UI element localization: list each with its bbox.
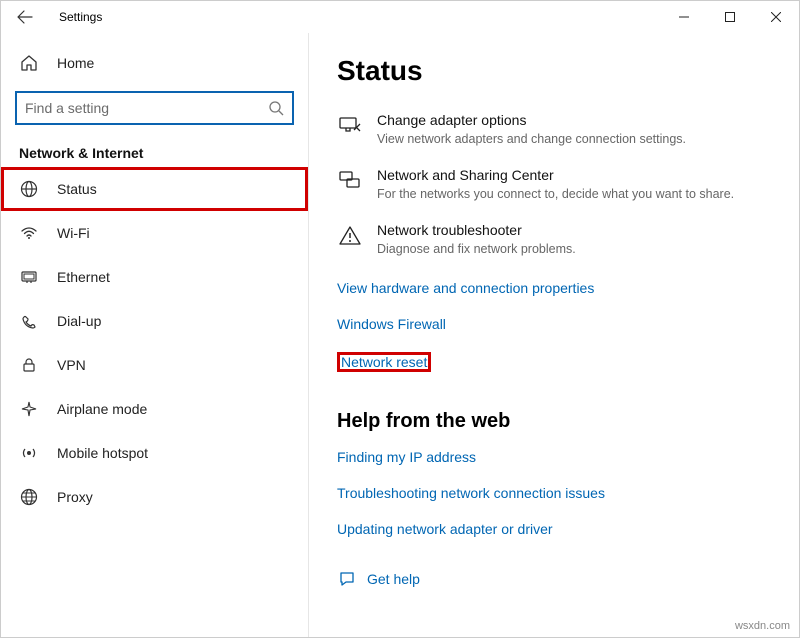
sidebar-item-label: Status [57,181,97,197]
proxy-icon [19,487,39,507]
sidebar-item-airplane[interactable]: Airplane mode [1,387,308,431]
close-icon [771,12,781,22]
setting-desc: View network adapters and change connect… [377,131,686,149]
search-icon [268,100,284,116]
get-help-row[interactable]: Get help [337,569,771,589]
sidebar-home-label: Home [57,55,94,71]
sidebar-home[interactable]: Home [1,41,308,85]
help-heading: Help from the web [337,410,771,433]
back-button[interactable] [9,1,41,33]
help-link-troubleshoot[interactable]: Troubleshooting network connection issue… [337,485,605,501]
minimize-button[interactable] [661,1,707,33]
ethernet-icon [19,267,39,287]
sidebar-item-label: Airplane mode [57,401,147,417]
hotspot-icon [19,443,39,463]
setting-adapter-options[interactable]: Change adapter options View network adap… [337,111,771,148]
setting-sharing-center[interactable]: Network and Sharing Center For the netwo… [337,166,771,203]
status-icon [19,179,39,199]
link-network-reset[interactable]: Network reset [337,352,431,372]
adapter-icon [337,113,363,139]
setting-title: Network and Sharing Center [377,166,734,186]
sidebar: Home Find a setting Network & Internet S… [1,33,309,637]
sidebar-item-status[interactable]: Status [1,167,308,211]
page-title: Status [337,55,771,87]
sidebar-section-title: Network & Internet [1,135,308,167]
sidebar-item-label: Wi-Fi [57,225,90,241]
setting-desc: Diagnose and fix network problems. [377,241,576,259]
maximize-icon [725,12,735,22]
sidebar-item-hotspot[interactable]: Mobile hotspot [1,431,308,475]
sidebar-item-label: Dial-up [57,313,101,329]
sidebar-item-label: Mobile hotspot [57,445,148,461]
content-area: Status Change adapter options View netwo… [309,33,799,637]
minimize-icon [679,12,689,22]
settings-window: Settings Home Find a set [0,0,800,638]
sidebar-item-proxy[interactable]: Proxy [1,475,308,519]
setting-troubleshooter[interactable]: Network troubleshooter Diagnose and fix … [337,221,771,258]
sidebar-item-label: VPN [57,357,86,373]
sidebar-item-ethernet[interactable]: Ethernet [1,255,308,299]
get-help-link[interactable]: Get help [367,571,420,587]
help-link-update-adapter[interactable]: Updating network adapter or driver [337,521,553,537]
close-button[interactable] [753,1,799,33]
warning-icon [337,223,363,249]
watermark: wsxdn.com [735,620,790,632]
sidebar-item-vpn[interactable]: VPN [1,343,308,387]
setting-title: Network troubleshooter [377,221,576,241]
home-icon [19,53,39,73]
sidebar-item-wifi[interactable]: Wi-Fi [1,211,308,255]
setting-desc: For the networks you connect to, decide … [377,186,734,204]
help-link-ip[interactable]: Finding my IP address [337,449,476,465]
vpn-icon [19,355,39,375]
search-input[interactable]: Find a setting [15,91,294,125]
airplane-icon [19,399,39,419]
maximize-button[interactable] [707,1,753,33]
chat-icon [337,569,357,589]
titlebar: Settings [1,1,799,33]
setting-title: Change adapter options [377,111,686,131]
sharing-icon [337,168,363,194]
back-arrow-icon [17,9,33,25]
sidebar-item-label: Ethernet [57,269,110,285]
search-placeholder: Find a setting [25,100,262,116]
dialup-icon [19,311,39,331]
wifi-icon [19,223,39,243]
sidebar-item-dialup[interactable]: Dial-up [1,299,308,343]
link-hardware-properties[interactable]: View hardware and connection properties [337,280,594,296]
link-windows-firewall[interactable]: Windows Firewall [337,316,446,332]
window-title: Settings [59,10,102,24]
sidebar-item-label: Proxy [57,489,93,505]
